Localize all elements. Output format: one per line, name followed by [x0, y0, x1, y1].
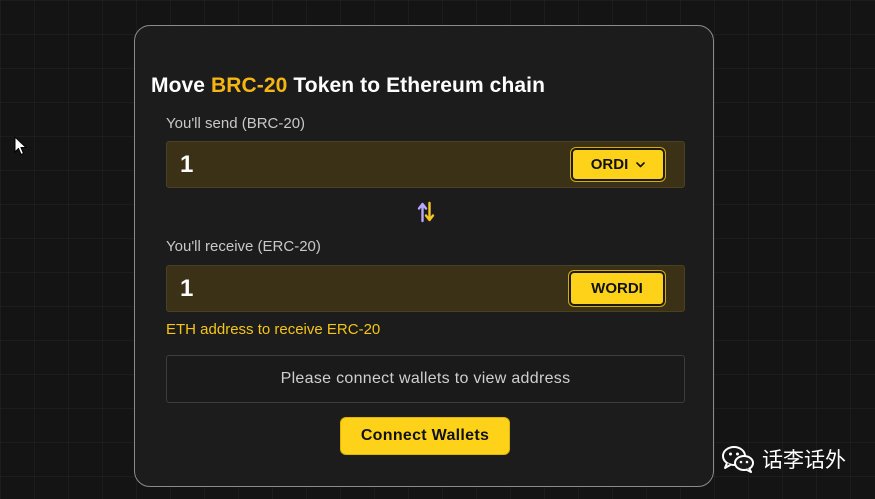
- title-suffix: Token to Ethereum chain: [287, 74, 546, 97]
- connect-wallets-label: Connect Wallets: [360, 427, 490, 444]
- connect-wallets-button[interactable]: Connect Wallets: [340, 417, 510, 455]
- wechat-icon: [722, 446, 754, 473]
- watermark-text: 话李话外: [762, 448, 846, 472]
- eth-address-placeholder: Please connect wallets to view address: [280, 370, 571, 387]
- send-token-label: ORDI: [590, 156, 629, 173]
- bridge-card: Move BRC-20 Token to Ethereum chain You'…: [134, 25, 714, 487]
- page-title: Move BRC-20 Token to Ethereum chain: [151, 74, 545, 98]
- title-highlight: BRC-20: [211, 74, 288, 97]
- watermark: 话李话外: [722, 444, 846, 474]
- chevron-down-icon: [636, 161, 646, 167]
- send-token-select[interactable]: ORDI: [571, 148, 665, 181]
- title-prefix: Move: [151, 74, 212, 97]
- receive-label: You'll receive (ERC-20): [166, 238, 321, 255]
- mouse-cursor-icon: [14, 136, 28, 156]
- send-label: You'll send (BRC-20): [166, 115, 306, 132]
- receive-token-label: WORDI: [591, 280, 643, 297]
- eth-address-field: Please connect wallets to view address: [166, 355, 685, 403]
- send-amount-row: 1 ORDI: [166, 141, 685, 188]
- swap-arrows-icon[interactable]: [417, 201, 435, 223]
- receive-amount-row: 1 WORDI: [166, 265, 685, 312]
- send-amount-input[interactable]: 1: [180, 151, 193, 179]
- eth-address-label: ETH address to receive ERC-20: [166, 321, 381, 338]
- receive-amount-value: 1: [180, 275, 194, 302]
- receive-token-button[interactable]: WORDI: [569, 271, 665, 306]
